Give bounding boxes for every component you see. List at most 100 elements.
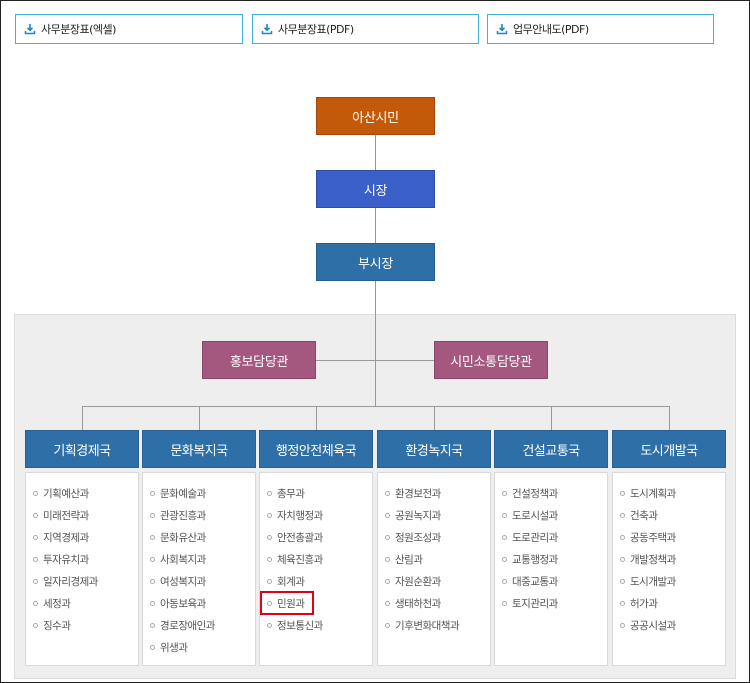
connector-line [375,207,376,243]
connector-line [316,406,317,430]
division-item[interactable]: 공공시설과 [613,614,725,636]
dept-name: 환경녹지국 [405,443,463,459]
division-item[interactable]: 미래전략과 [26,504,138,526]
division-label: 세정과 [43,597,71,610]
division-item[interactable]: 투자유치과 [26,548,138,570]
division-label: 개발정책과 [630,553,676,566]
bullet-icon [150,644,155,650]
division-item[interactable]: 도로관리과 [495,526,607,548]
division-item[interactable]: 도시계획과 [613,482,725,504]
division-item[interactable]: 산림과 [378,548,490,570]
pr-office-box[interactable]: 홍보담당관 [202,341,316,379]
division-item[interactable]: 공동주택과 [613,526,725,548]
division-item[interactable]: 경로장애인과 [143,614,255,636]
division-item[interactable]: 공원녹지과 [378,504,490,526]
division-item[interactable]: 총무과 [260,482,372,504]
dept-list-construction-transport: 건설정책과 도로시설과 도로관리과 교통행정과 대중교통과 토지관리과 [494,472,608,666]
dept-environment-green[interactable]: 환경녹지국 [377,430,491,468]
division-item[interactable]: 기획예산과 [26,482,138,504]
division-label: 문화예술과 [160,487,206,500]
division-label: 정보통신과 [277,619,323,632]
dept-name: 행정안전체육국 [275,443,357,459]
download-guide-button[interactable]: 업무안내도(PDF) [487,14,714,44]
division-item[interactable]: 기후변화대책과 [378,614,490,636]
division-label: 여성복지과 [160,575,206,588]
division-label: 총무과 [277,487,305,500]
division-item[interactable]: 세정과 [26,592,138,614]
division-label: 도시계획과 [630,487,676,500]
division-item[interactable]: 교통행정과 [495,548,607,570]
division-label: 경로장애인과 [160,619,215,632]
division-item[interactable]: 건설정책과 [495,482,607,504]
division-item[interactable]: 생태하천과 [378,592,490,614]
division-label: 아동보육과 [160,597,206,610]
division-item[interactable]: 토지관리과 [495,592,607,614]
bullet-icon [502,512,507,518]
division-label: 도시개발과 [630,575,676,588]
bullet-icon [33,578,38,584]
bullet-icon [385,622,390,628]
communication-office-box[interactable]: 시민소통담당관 [434,341,548,379]
division-label: 생태하천과 [395,597,441,610]
bullet-icon [620,556,625,562]
division-item[interactable]: 정원조성과 [378,526,490,548]
connector-line [199,406,200,430]
division-label: 회계과 [277,575,305,588]
division-item[interactable]: 정보통신과 [260,614,372,636]
bullet-icon [385,556,390,562]
division-item[interactable]: 안전총괄과 [260,526,372,548]
dept-list-planning-economy: 기획예산과 미래전략과 지역경제과 투자유치과 일자리경제과 세정과 징수과 [25,472,139,666]
dept-admin-safety-sports[interactable]: 행정안전체육국 [259,430,373,468]
download-pdf-button[interactable]: 사무분장표(PDF) [252,14,479,44]
division-item[interactable]: 도로시설과 [495,504,607,526]
division-label: 미래전략과 [43,509,89,522]
division-item[interactable]: 회계과 [260,570,372,592]
bullet-icon [150,534,155,540]
division-label: 도로관리과 [512,531,558,544]
bullet-icon [150,490,155,496]
mayor-box[interactable]: 시장 [316,170,435,208]
division-item[interactable]: 체육진흥과 [260,548,372,570]
division-item[interactable]: 환경보전과 [378,482,490,504]
division-label: 공동주택과 [630,531,676,544]
division-item[interactable]: 문화유산과 [143,526,255,548]
division-label: 대중교통과 [512,575,558,588]
division-item[interactable]: 도시개발과 [613,570,725,592]
division-item[interactable]: 자원순환과 [378,570,490,592]
connector-line [82,406,670,407]
division-item-highlighted[interactable]: 민원과 [260,591,314,615]
division-item[interactable]: 여성복지과 [143,570,255,592]
division-item[interactable]: 관광진흥과 [143,504,255,526]
division-item[interactable]: 문화예술과 [143,482,255,504]
division-item[interactable]: 일자리경제과 [26,570,138,592]
download-guide-label: 업무안내도(PDF) [513,23,589,36]
bullet-icon [502,556,507,562]
bullet-icon [620,512,625,518]
division-item[interactable]: 대중교통과 [495,570,607,592]
dept-culture-welfare[interactable]: 문화복지국 [142,430,256,468]
division-label: 환경보전과 [395,487,441,500]
division-item[interactable]: 자치행정과 [260,504,372,526]
dept-construction-transport[interactable]: 건설교통국 [494,430,608,468]
division-item[interactable]: 건축과 [613,504,725,526]
mayor-label: 시장 [363,183,388,199]
division-label: 일자리경제과 [43,575,98,588]
division-item[interactable]: 허가과 [613,592,725,614]
citizens-box: 아산시민 [316,97,435,135]
division-label: 안전총괄과 [277,531,323,544]
dept-planning-economy[interactable]: 기획경제국 [25,430,139,468]
division-label: 자원순환과 [395,575,441,588]
connector-line [434,406,435,430]
division-item[interactable]: 사회복지과 [143,548,255,570]
bullet-icon [385,534,390,540]
deputy-mayor-box[interactable]: 부시장 [316,243,435,281]
division-item[interactable]: 아동보육과 [143,592,255,614]
division-item[interactable]: 징수과 [26,614,138,636]
bullet-icon [150,556,155,562]
bullet-icon [620,622,625,628]
division-item[interactable]: 위생과 [143,636,255,658]
division-item[interactable]: 지역경제과 [26,526,138,548]
download-excel-button[interactable]: 사무분장표(엑셀) [15,14,243,44]
dept-urban-development[interactable]: 도시개발국 [612,430,726,468]
division-item[interactable]: 개발정책과 [613,548,725,570]
